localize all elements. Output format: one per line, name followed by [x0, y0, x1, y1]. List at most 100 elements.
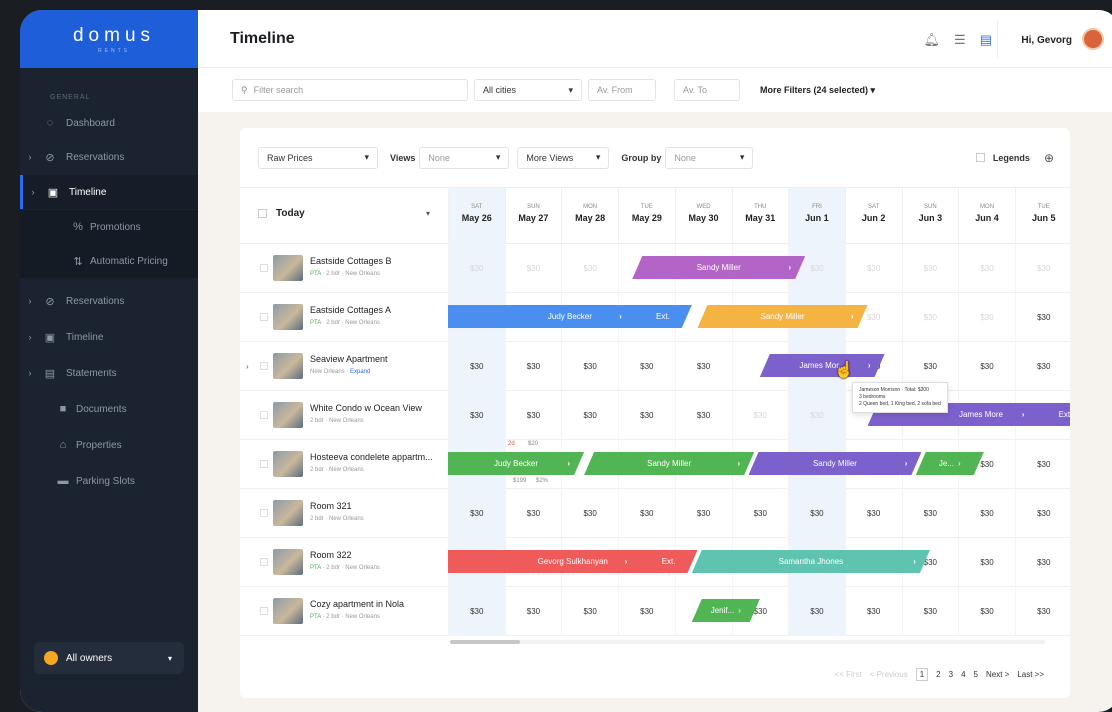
row-checkbox[interactable] [260, 509, 268, 517]
layers-icon[interactable]: ☰ [954, 32, 966, 48]
price-cell[interactable]: $30 [958, 489, 1015, 538]
property-name[interactable]: Seaview Apartment [310, 354, 388, 364]
price-cell[interactable]: $30 [958, 587, 1015, 636]
raw-prices-select[interactable]: Raw Prices ▾ [258, 146, 378, 169]
price-cell[interactable]: $30 [731, 489, 789, 538]
row-checkbox[interactable] [260, 362, 268, 370]
price-cell[interactable]: $30 [788, 587, 845, 636]
price-cell[interactable]: $30 [844, 489, 902, 538]
booking-bar[interactable]: Judy Becker › [448, 452, 584, 475]
page-2-button[interactable]: 2 [936, 670, 940, 679]
price-cell[interactable]: $30 [788, 489, 845, 538]
price-cell[interactable]: $30 [1015, 342, 1070, 391]
page-1-button[interactable]: 1 [915, 668, 929, 681]
next-page-button[interactable]: Next > [986, 670, 1009, 679]
price-cell[interactable]: $30 [561, 244, 618, 293]
booking-bar[interactable]: Gevorg Sulkhanyan › Ext. [448, 550, 697, 573]
price-cell[interactable]: $30 [844, 244, 902, 293]
booking-bar[interactable]: Sandy Miller › [697, 305, 867, 328]
price-cell[interactable]: $30 [901, 244, 959, 293]
booking-bar[interactable]: Sandy Miller › [632, 256, 805, 279]
price-cell[interactable]: $30 [1015, 587, 1070, 636]
booking-bar[interactable]: Judy Becker › Ext. [448, 305, 692, 328]
filter-search-input[interactable]: ⚲ Filter search [232, 79, 468, 101]
price-cell[interactable]: $30 [788, 391, 845, 440]
row-checkbox[interactable] [260, 264, 268, 272]
property-name[interactable]: Room 321 [310, 501, 352, 511]
property-row[interactable]: Cozy apartment in Nola PTA · 2 bdr · New … [240, 587, 1070, 636]
property-row[interactable]: Eastside Cottages A PTA · 2 bdr · New Orl… [240, 293, 1070, 342]
page-5-button[interactable]: 5 [974, 670, 978, 679]
first-page-button[interactable]: << First [835, 670, 862, 679]
group-by-select[interactable]: None ▾ [665, 146, 754, 169]
price-cell[interactable]: $30 [561, 342, 618, 391]
price-cell[interactable]: $30 [901, 587, 959, 636]
previous-page-button[interactable]: < Previous [870, 670, 908, 679]
price-cell[interactable]: $30 [561, 391, 618, 440]
price-cell[interactable]: $30 [618, 342, 675, 391]
property-row[interactable]: Room 321 2 bdr · New Orleans $30 $30 $30 $30 $… [240, 489, 1070, 538]
price-cell[interactable]: $30 [1015, 244, 1070, 293]
price-cell[interactable]: $30 [618, 489, 675, 538]
price-cell[interactable]: $30 [958, 244, 1015, 293]
bell-icon[interactable]: 🔔︎ [924, 32, 941, 48]
sidebar-item-promotions[interactable]: % Promotions [20, 210, 198, 244]
legends-checkbox[interactable] [975, 153, 985, 162]
price-cell[interactable]: $30 [561, 489, 618, 538]
last-page-button[interactable]: Last >> [1017, 670, 1044, 679]
price-cell[interactable]: $30 [561, 587, 618, 636]
more-views-select[interactable]: More Views ▾ [517, 146, 610, 169]
row-checkbox[interactable] [260, 558, 268, 566]
booking-bar[interactable]: Je... › [916, 452, 984, 475]
page-3-button[interactable]: 3 [949, 670, 953, 679]
price-cell[interactable]: $30 [958, 342, 1015, 391]
sidebar-item-dashboard[interactable]: ◌ Dashboard [20, 106, 198, 140]
property-name[interactable]: Hosteeva condelete appartm... [310, 452, 433, 462]
price-cell[interactable]: $30 [1015, 440, 1070, 489]
city-select[interactable]: All cities ▾ [474, 79, 582, 101]
price-cell[interactable]: $30 [1015, 293, 1070, 342]
today-button[interactable]: Today [276, 208, 305, 219]
price-cell[interactable]: $30 [448, 587, 505, 636]
price-cell[interactable]: $30 [674, 391, 732, 440]
price-cell[interactable]: $30 [504, 489, 562, 538]
price-cell[interactable]: $30 [504, 587, 562, 636]
price-cell[interactable]: $30 [674, 342, 732, 391]
av-from-input[interactable]: Av. From [588, 79, 656, 101]
sidebar-item-properties[interactable]: ⌂ Properties [20, 428, 198, 462]
property-name[interactable]: White Condo w Ocean View [310, 403, 422, 413]
price-cell[interactable]: $30 [504, 244, 562, 293]
legends-toggle[interactable]: Legends [975, 153, 1030, 163]
sidebar-item-parking-slots[interactable]: ▬ Parking Slots [20, 464, 198, 498]
price-cell[interactable]: $30 [618, 391, 675, 440]
brand-logo[interactable]: domus RENTS [20, 10, 198, 68]
booking-bar[interactable]: James Mor... › [760, 354, 885, 377]
page-4-button[interactable]: 4 [961, 670, 965, 679]
property-row[interactable]: Eastside Cottages B PTA · 2 bdr · New Orl… [240, 244, 1070, 293]
property-name[interactable]: Eastside Cottages A [310, 305, 391, 315]
views-select[interactable]: None ▾ [419, 146, 510, 169]
chevron-down-icon[interactable]: ▾ [426, 209, 430, 218]
av-to-input[interactable]: Av. To [674, 79, 740, 101]
price-cell[interactable]: $30 [1015, 538, 1070, 587]
row-checkbox[interactable] [260, 607, 268, 615]
booking-bar[interactable]: Samantha Jhones › [692, 550, 930, 573]
sidebar-item-timeline-2[interactable]: › ▣ Timeline [20, 320, 198, 354]
price-cell[interactable]: $30 [448, 342, 505, 391]
zoom-icon[interactable]: ⊕ [1044, 151, 1054, 165]
price-cell[interactable]: $30 [448, 489, 505, 538]
price-cell[interactable]: $30 [504, 342, 562, 391]
price-cell[interactable]: $30 [958, 538, 1015, 587]
more-filters-button[interactable]: More Filters (24 selected) ▾ [760, 85, 875, 96]
price-cell[interactable]: $30 [958, 293, 1015, 342]
booking-bar[interactable]: Jenif... › [692, 599, 760, 622]
booking-bar[interactable]: Sandy Miller › [749, 452, 922, 475]
price-cell[interactable]: $30 [1015, 489, 1070, 538]
sidebar-item-documents[interactable]: ■ Documents [20, 392, 198, 426]
scrollbar-thumb[interactable] [450, 640, 520, 644]
select-all-checkbox[interactable] [258, 209, 267, 218]
row-checkbox[interactable] [260, 313, 268, 321]
sidebar-item-statements[interactable]: › ▤ Statements [20, 356, 198, 390]
horizontal-scrollbar[interactable] [450, 640, 1045, 644]
price-cell[interactable]: $30 [731, 391, 789, 440]
